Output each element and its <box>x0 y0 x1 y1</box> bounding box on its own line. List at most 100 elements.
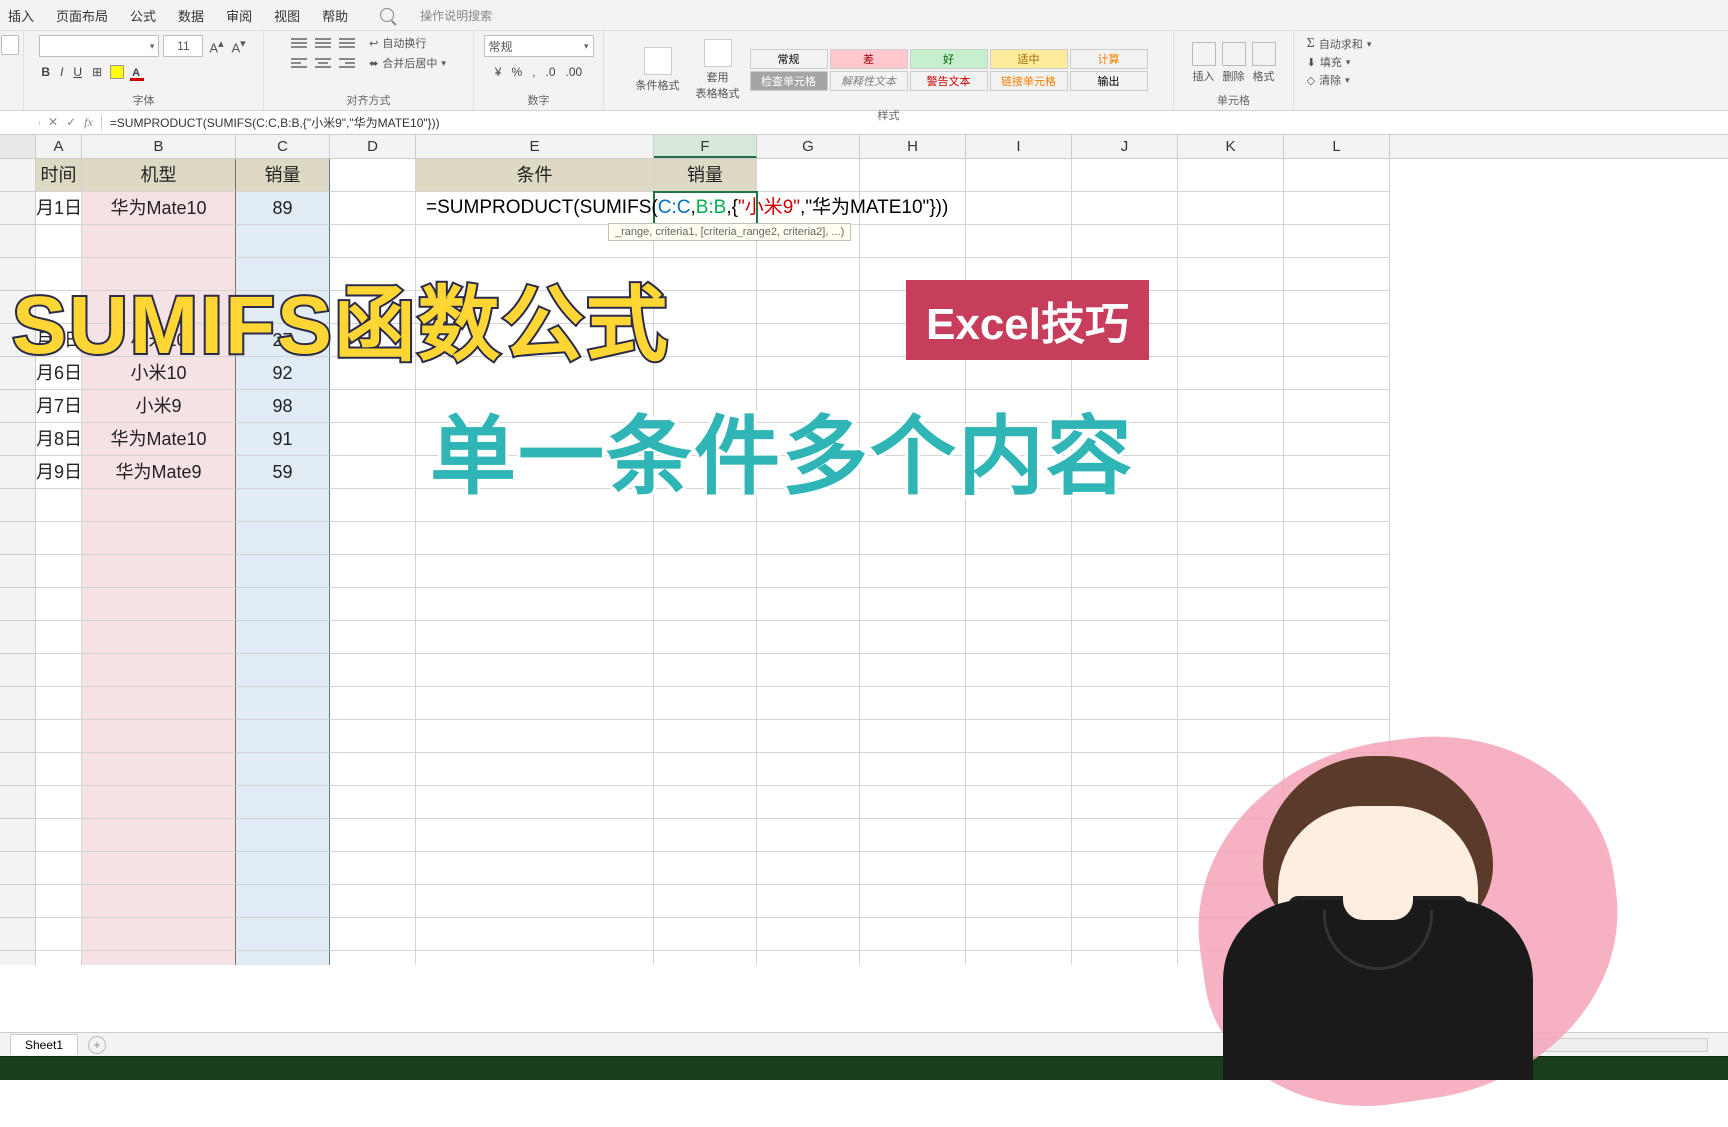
cell-D[interactable] <box>330 654 416 687</box>
cell-B[interactable] <box>82 753 236 786</box>
italic-button[interactable]: I <box>58 65 65 79</box>
row-header[interactable] <box>0 720 36 753</box>
cell-L[interactable] <box>1284 423 1390 456</box>
cell-E[interactable] <box>416 654 654 687</box>
style-bad[interactable]: 差 <box>830 49 908 69</box>
cell-A[interactable] <box>36 621 82 654</box>
cell-C[interactable]: 98 <box>236 390 330 423</box>
cell-C[interactable] <box>236 489 330 522</box>
align-right-icon[interactable] <box>339 58 355 68</box>
cell-F[interactable] <box>654 621 757 654</box>
cell-B[interactable] <box>82 225 236 258</box>
cell-A[interactable] <box>36 951 82 965</box>
cell-A[interactable] <box>36 819 82 852</box>
row-header[interactable] <box>0 555 36 588</box>
row-header[interactable] <box>0 489 36 522</box>
cell-L[interactable] <box>1284 258 1390 291</box>
cell-H[interactable] <box>860 621 966 654</box>
cell-I[interactable] <box>966 588 1072 621</box>
cell-K[interactable] <box>1178 390 1284 423</box>
border-button[interactable]: ⊞ <box>90 65 104 79</box>
cell-L[interactable] <box>1284 489 1390 522</box>
cell-I[interactable] <box>966 852 1072 885</box>
style-good[interactable]: 好 <box>910 49 988 69</box>
cell-G[interactable] <box>757 555 860 588</box>
row-header[interactable] <box>0 192 36 225</box>
inc-decimal-icon[interactable]: .0 <box>544 65 558 79</box>
cell-B[interactable] <box>82 786 236 819</box>
row-header[interactable] <box>0 159 36 192</box>
row-header[interactable] <box>0 786 36 819</box>
row-header[interactable] <box>0 588 36 621</box>
row-header[interactable] <box>0 621 36 654</box>
cell-H[interactable] <box>860 852 966 885</box>
style-output[interactable]: 输出 <box>1070 71 1148 91</box>
cell-I[interactable] <box>966 555 1072 588</box>
cell-E[interactable] <box>416 588 654 621</box>
cell-A[interactable]: 月1日 <box>36 192 82 225</box>
cell-J[interactable] <box>1072 522 1178 555</box>
cell-G[interactable] <box>757 786 860 819</box>
cell-D[interactable] <box>330 885 416 918</box>
cell-C[interactable] <box>236 225 330 258</box>
cell-F[interactable] <box>654 819 757 852</box>
sheet-tab-1[interactable]: Sheet1 <box>10 1034 78 1055</box>
cell-D[interactable] <box>330 918 416 951</box>
cell-B[interactable] <box>82 588 236 621</box>
dec-decimal-icon[interactable]: .00 <box>564 65 585 79</box>
cell-K[interactable] <box>1178 291 1284 324</box>
row-header[interactable] <box>0 654 36 687</box>
style-link[interactable]: 链接单元格 <box>990 71 1068 91</box>
cell-D[interactable] <box>330 390 416 423</box>
cell-C[interactable] <box>236 687 330 720</box>
cell-K[interactable] <box>1178 225 1284 258</box>
style-warn[interactable]: 警告文本 <box>910 71 988 91</box>
cell-F[interactable] <box>654 753 757 786</box>
cell-C[interactable] <box>236 786 330 819</box>
row-header[interactable] <box>0 390 36 423</box>
cell-E[interactable] <box>416 918 654 951</box>
col-header-A[interactable]: A <box>36 135 82 158</box>
cell-D[interactable] <box>330 786 416 819</box>
formula-input[interactable]: =SUMPRODUCT(SUMIFS(C:C,B:B,{"小米9","华为MAT… <box>102 114 448 131</box>
tab-help[interactable]: 帮助 <box>322 6 348 25</box>
cell-K[interactable] <box>1178 192 1284 225</box>
row-header[interactable] <box>0 852 36 885</box>
col-header-C[interactable]: C <box>236 135 330 158</box>
row-header[interactable] <box>0 423 36 456</box>
cell-H[interactable] <box>860 720 966 753</box>
cell-I[interactable] <box>966 687 1072 720</box>
cell-C[interactable] <box>236 720 330 753</box>
cell-D[interactable] <box>330 555 416 588</box>
cell-H[interactable] <box>860 225 966 258</box>
cell-B[interactable] <box>82 885 236 918</box>
cell-F[interactable] <box>654 951 757 965</box>
cell-L[interactable] <box>1284 555 1390 588</box>
cell-B[interactable] <box>82 720 236 753</box>
tab-view[interactable]: 视图 <box>274 6 300 25</box>
cell-L[interactable] <box>1284 456 1390 489</box>
cell-I[interactable] <box>966 225 1072 258</box>
cell-L[interactable] <box>1284 192 1390 225</box>
cell-A[interactable] <box>36 885 82 918</box>
cell-B[interactable] <box>82 654 236 687</box>
cell-K[interactable] <box>1178 456 1284 489</box>
cell-L[interactable] <box>1284 357 1390 390</box>
cell-K[interactable] <box>1178 423 1284 456</box>
row-header[interactable] <box>0 225 36 258</box>
col-header-G[interactable]: G <box>757 135 860 158</box>
row-header[interactable] <box>0 885 36 918</box>
cell-B[interactable]: 华为Mate10 <box>82 192 236 225</box>
cell-F[interactable] <box>654 555 757 588</box>
cell-G[interactable] <box>757 291 860 324</box>
font-name-dropdown[interactable]: ▾ <box>39 35 159 57</box>
cell-C[interactable] <box>236 588 330 621</box>
tab-formula[interactable]: 公式 <box>130 6 156 25</box>
comma-icon[interactable]: , <box>530 65 537 79</box>
increase-font-icon[interactable]: A▴ <box>207 37 225 55</box>
percent-icon[interactable]: % <box>509 65 524 79</box>
cell-I[interactable] <box>966 159 1072 192</box>
decrease-font-icon[interactable]: A▾ <box>230 37 248 55</box>
cell-D[interactable] <box>330 456 416 489</box>
cancel-formula-icon[interactable]: ✕ <box>48 115 58 130</box>
